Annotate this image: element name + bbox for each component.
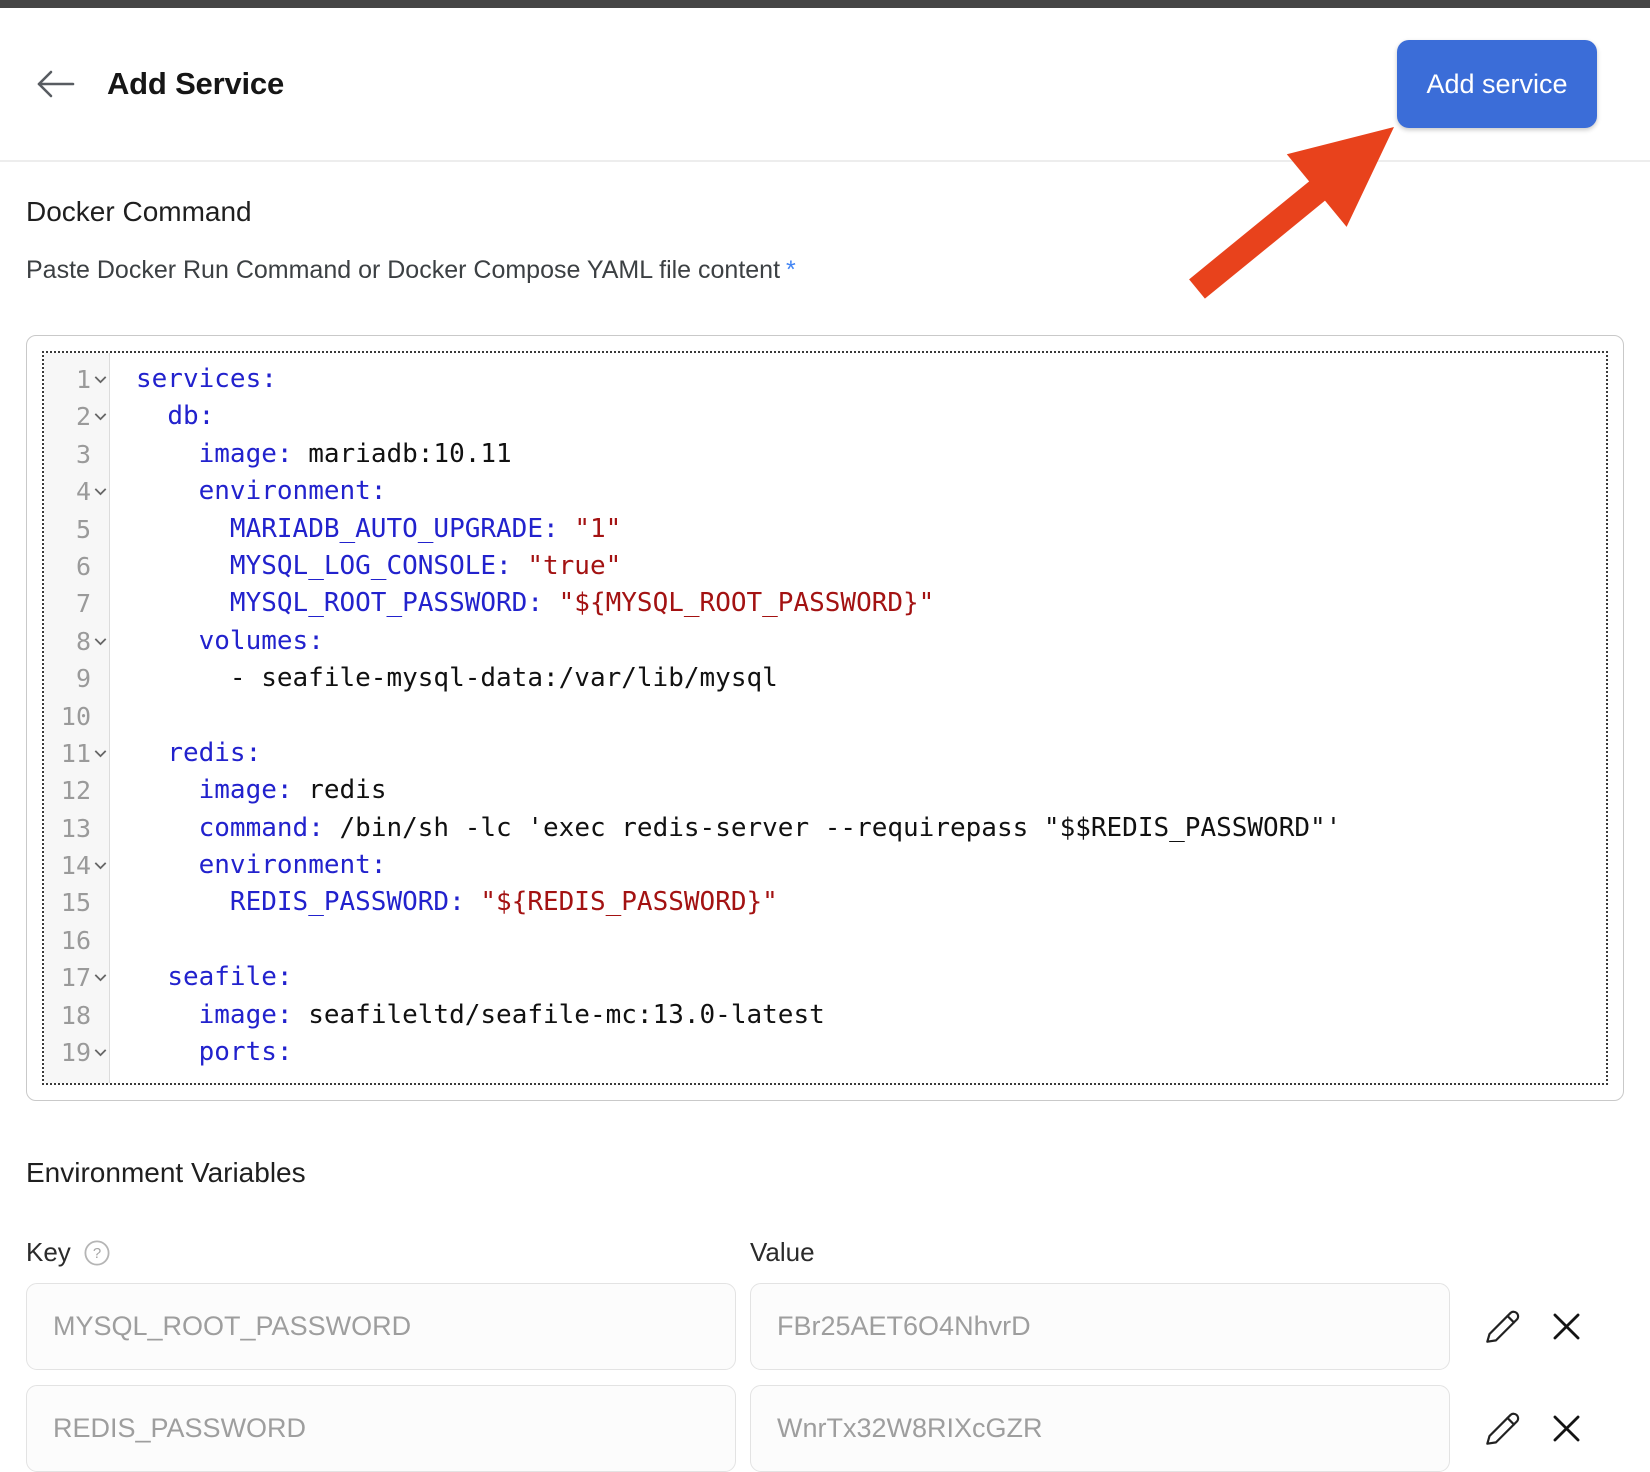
code-line: ports: (136, 1034, 1606, 1071)
fold-chevron-icon[interactable] (91, 487, 109, 496)
code-line: MARIADB_AUTO_UPGRADE: "1" (136, 511, 1606, 548)
env-variables-heading: Environment Variables (26, 1157, 1624, 1189)
gutter-line: 6 (44, 548, 109, 585)
svg-text:?: ? (93, 1245, 101, 1262)
header-divider (0, 160, 1650, 162)
gutter-line: 4 (44, 473, 109, 510)
code-line: - seafile-mysql-data:/var/lib/mysql (136, 660, 1606, 697)
gutter-line: 11 (44, 735, 109, 772)
page-title: Add Service (107, 66, 1397, 102)
gutter-line: 3 (44, 436, 109, 473)
instruction-text: Paste Docker Run Command or Docker Compo… (26, 256, 780, 284)
value-label: Value (750, 1237, 1450, 1268)
code-line: REDIS_PASSWORD: "${REDIS_PASSWORD}" (136, 884, 1606, 921)
code-line: MYSQL_ROOT_PASSWORD: "${MYSQL_ROOT_PASSW… (136, 585, 1606, 622)
gutter-line: 12 (44, 772, 109, 809)
line-number: 15 (61, 884, 91, 921)
line-number: 11 (61, 735, 91, 772)
add-service-button[interactable]: Add service (1397, 40, 1597, 128)
gutter-line: 16 (44, 922, 109, 959)
line-number: 1 (76, 361, 91, 398)
header: Add Service Add service (0, 8, 1650, 160)
fold-chevron-icon[interactable] (91, 412, 109, 421)
gutter-line: 10 (44, 698, 109, 735)
line-number: 3 (76, 436, 91, 473)
gutter-line: 15 (44, 884, 109, 921)
gutter-line: 8 (44, 623, 109, 660)
code-line: seafile: (136, 959, 1606, 996)
main-content: Docker Command Paste Docker Run Command … (0, 196, 1650, 1472)
fold-chevron-icon[interactable] (91, 637, 109, 646)
remove-icon[interactable] (1550, 1310, 1583, 1343)
gutter-line: 5 (44, 511, 109, 548)
gutter-line: 9 (44, 660, 109, 697)
gutter-line: 18 (44, 997, 109, 1034)
line-number: 17 (61, 959, 91, 996)
line-number: 19 (61, 1034, 91, 1071)
docker-command-heading: Docker Command (26, 196, 1624, 228)
env-value-field[interactable]: FBr25AET6O4NhvrD (750, 1283, 1450, 1370)
env-labels-row: Key ? Value (26, 1237, 1624, 1268)
key-label: Key (26, 1237, 71, 1268)
env-row: MYSQL_ROOT_PASSWORD FBr25AET6O4NhvrD (26, 1283, 1624, 1370)
required-asterisk: * (786, 256, 796, 284)
back-button[interactable] (33, 67, 77, 101)
env-key-field[interactable]: REDIS_PASSWORD (26, 1385, 736, 1472)
editor-gutter: 12345678910111213141516171819 (44, 353, 110, 1083)
edit-icon[interactable] (1480, 1407, 1524, 1451)
gutter-line: 13 (44, 810, 109, 847)
docker-command-instruction: Paste Docker Run Command or Docker Compo… (26, 256, 1624, 285)
code-line: image: mariadb:10.11 (136, 436, 1606, 473)
fold-chevron-icon[interactable] (91, 1048, 109, 1057)
line-number: 14 (61, 847, 91, 884)
window-top-bar (0, 0, 1650, 8)
env-value-field[interactable]: WnrTx32W8RIXcGZR (750, 1385, 1450, 1472)
code-line: command: /bin/sh -lc 'exec redis-server … (136, 810, 1606, 847)
code-line: db: (136, 398, 1606, 435)
code-line (136, 922, 1606, 959)
line-number: 10 (61, 698, 91, 735)
code-line: environment: (136, 473, 1606, 510)
line-number: 12 (61, 772, 91, 809)
code-line: redis: (136, 735, 1606, 772)
code-line: environment: (136, 847, 1606, 884)
env-row: REDIS_PASSWORD WnrTx32W8RIXcGZR (26, 1385, 1624, 1472)
code-line: image: seafileltd/seafile-mc:13.0-latest (136, 997, 1606, 1034)
gutter-line: 7 (44, 585, 109, 622)
gutter-line: 14 (44, 847, 109, 884)
fold-chevron-icon[interactable] (91, 749, 109, 758)
env-key-field[interactable]: MYSQL_ROOT_PASSWORD (26, 1283, 736, 1370)
gutter-line: 19 (44, 1034, 109, 1071)
line-number: 4 (76, 473, 91, 510)
remove-icon[interactable] (1550, 1412, 1583, 1445)
key-help-icon[interactable]: ? (83, 1239, 111, 1267)
docker-compose-editor: 12345678910111213141516171819 services: … (26, 335, 1624, 1101)
gutter-line: 1 (44, 361, 109, 398)
code-line: services: (136, 361, 1606, 398)
line-number: 2 (76, 398, 91, 435)
editor-code[interactable]: services: db: image: mariadb:10.11 envir… (110, 353, 1606, 1083)
fold-chevron-icon[interactable] (91, 861, 109, 870)
edit-icon[interactable] (1480, 1305, 1524, 1349)
back-arrow-icon (33, 67, 77, 101)
env-rows: MYSQL_ROOT_PASSWORD FBr25AET6O4NhvrD RED… (26, 1283, 1624, 1472)
line-number: 7 (76, 585, 91, 622)
editor-inner: 12345678910111213141516171819 services: … (42, 351, 1608, 1085)
code-line: MYSQL_LOG_CONSOLE: "true" (136, 548, 1606, 585)
line-number: 13 (61, 810, 91, 847)
code-line: image: redis (136, 772, 1606, 809)
line-number: 5 (76, 511, 91, 548)
gutter-line: 2 (44, 398, 109, 435)
code-line: volumes: (136, 623, 1606, 660)
gutter-line: 17 (44, 959, 109, 996)
fold-chevron-icon[interactable] (91, 375, 109, 384)
code-line (136, 698, 1606, 735)
line-number: 16 (61, 922, 91, 959)
line-number: 6 (76, 548, 91, 585)
line-number: 9 (76, 660, 91, 697)
line-number: 8 (76, 623, 91, 660)
line-number: 18 (61, 997, 91, 1034)
fold-chevron-icon[interactable] (91, 973, 109, 982)
